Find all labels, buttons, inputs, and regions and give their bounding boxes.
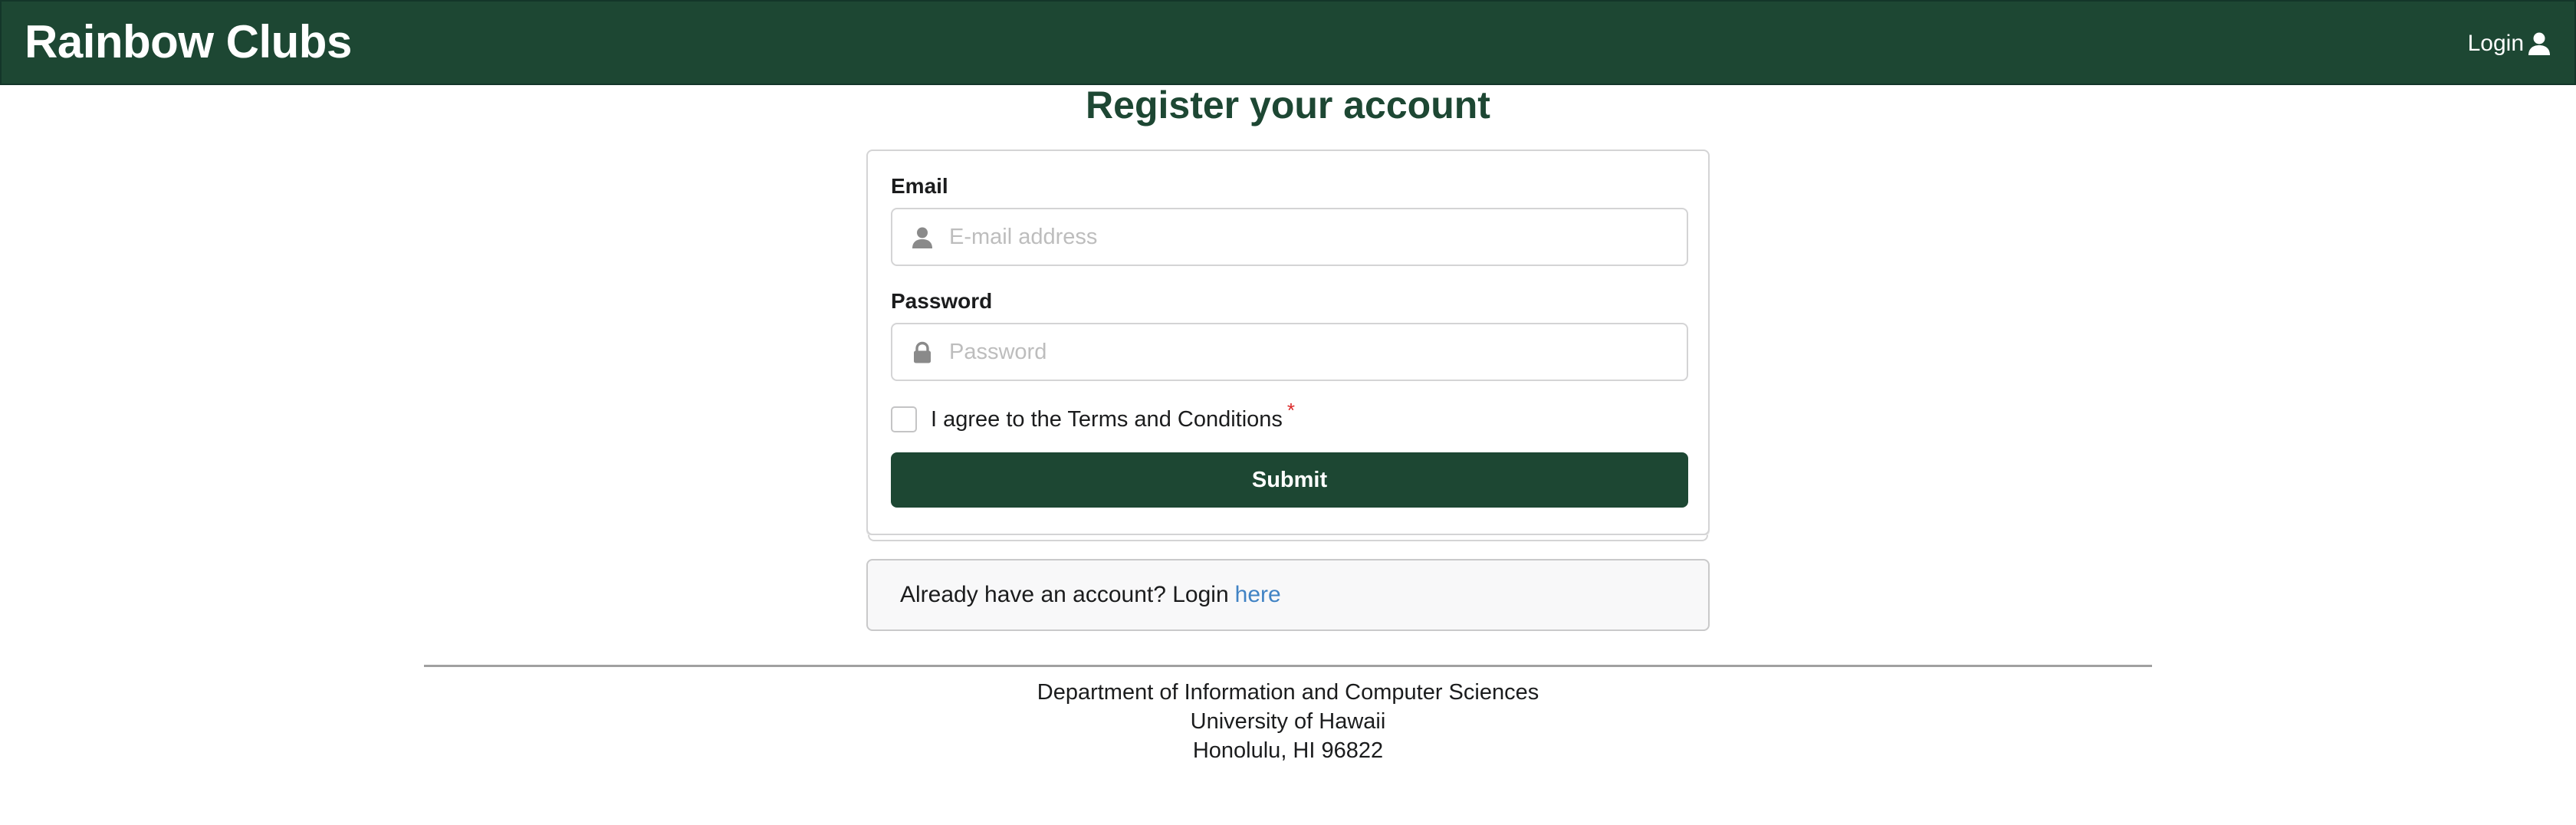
terms-label[interactable]: I agree to the Terms and Conditions bbox=[931, 407, 1283, 432]
user-icon bbox=[911, 226, 934, 249]
login-here-link[interactable]: here bbox=[1235, 582, 1281, 608]
terms-checkbox-row: I agree to the Terms and Conditions * bbox=[891, 399, 1295, 436]
login-message: Already have an account? Login here bbox=[866, 559, 1710, 631]
brand-title[interactable]: Rainbow Clubs bbox=[25, 12, 352, 72]
login-label: Login bbox=[2467, 31, 2524, 56]
footer-address: Honolulu, HI 96822 bbox=[1192, 738, 1384, 763]
password-input[interactable] bbox=[949, 324, 1677, 380]
footer-divider bbox=[424, 665, 2152, 667]
top-navbar: Rainbow Clubs Login bbox=[0, 0, 2576, 85]
lock-icon bbox=[911, 341, 934, 364]
password-label: Password bbox=[891, 289, 993, 313]
email-label: Email bbox=[891, 174, 948, 198]
login-message-text: Already have an account? Login bbox=[900, 582, 1229, 607]
email-input[interactable] bbox=[949, 209, 1677, 265]
email-field-wrapper[interactable] bbox=[891, 208, 1688, 266]
card-stack-edge bbox=[868, 535, 1708, 541]
footer-university: University of Hawaii bbox=[1190, 709, 1386, 734]
required-marker: * bbox=[1286, 398, 1296, 422]
page-title: Register your account bbox=[1086, 84, 1490, 127]
register-form: Email Password I agree to the Terms and … bbox=[866, 150, 1710, 535]
submit-button[interactable]: Submit bbox=[891, 452, 1688, 508]
password-field-wrapper[interactable] bbox=[891, 323, 1688, 381]
footer-department: Department of Information and Computer S… bbox=[1037, 680, 1539, 705]
terms-checkbox[interactable] bbox=[891, 406, 917, 432]
login-menu-item[interactable]: Login bbox=[2468, 27, 2551, 61]
user-icon bbox=[2527, 31, 2551, 56]
footer: Department of Information and Computer S… bbox=[0, 678, 2576, 765]
